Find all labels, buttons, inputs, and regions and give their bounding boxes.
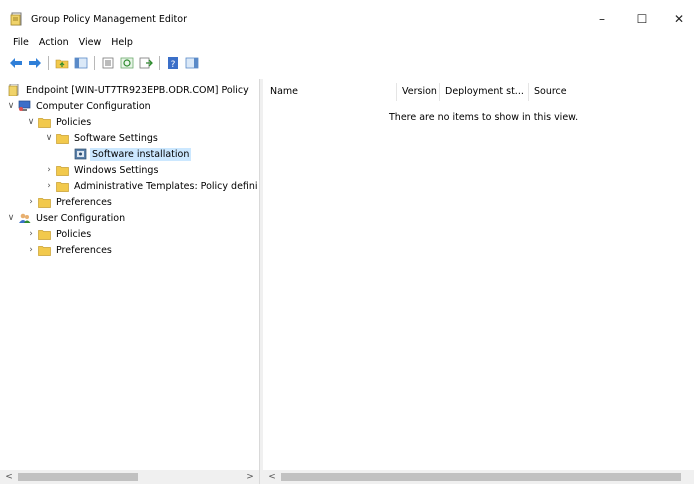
up-folder-icon[interactable] — [54, 55, 70, 71]
forward-arrow-icon[interactable] — [27, 55, 43, 71]
tree-item-label: Software installation — [90, 147, 192, 161]
toolbar-separator — [94, 56, 95, 70]
refresh-icon[interactable] — [119, 55, 135, 71]
folder-icon — [55, 132, 69, 144]
maximize-button[interactable]: ☐ — [627, 8, 657, 30]
tree-horizontal-scrollbar[interactable]: < > — [0, 470, 259, 484]
tree-item-computer-configuration[interactable]: ∨ Computer Configuration — [6, 98, 153, 114]
chevron-right-icon[interactable]: › — [26, 229, 36, 239]
show-hide-tree-icon[interactable] — [73, 55, 89, 71]
scroll-left-arrow-icon[interactable]: < — [265, 470, 279, 484]
tree-item-label: Endpoint [WIN-UT7TR923EPB.ODR.COM] Polic… — [26, 84, 249, 96]
toolbar-separator — [48, 56, 49, 70]
svg-text:?: ? — [171, 60, 176, 69]
tree-item-policies[interactable]: ∨ Policies — [26, 114, 93, 130]
tree-item-root[interactable]: Endpoint [WIN-UT7TR923EPB.ODR.COM] Polic… — [6, 82, 251, 98]
tree-item-label: Preferences — [56, 244, 112, 256]
close-button[interactable]: ✕ — [664, 8, 694, 30]
chevron-right-icon[interactable]: › — [26, 197, 36, 207]
chevron-right-icon[interactable]: › — [44, 165, 54, 175]
scrollbar-thumb[interactable] — [281, 473, 681, 481]
users-icon — [17, 212, 31, 224]
tree-item-label: Administrative Templates: Policy defini — [74, 180, 258, 192]
chevron-right-icon[interactable]: › — [44, 181, 54, 191]
minimize-button[interactable]: – — [587, 8, 617, 30]
folder-icon — [37, 228, 51, 240]
folder-icon — [55, 180, 69, 192]
export-list-icon[interactable] — [138, 55, 154, 71]
folder-icon — [37, 244, 51, 256]
console-tree: Endpoint [WIN-UT7TR923EPB.ODR.COM] Polic… — [0, 79, 259, 484]
menu-view[interactable]: View — [74, 34, 107, 52]
column-header-name[interactable]: Name — [265, 83, 397, 101]
properties-icon[interactable] — [100, 55, 116, 71]
computer-icon — [17, 100, 31, 112]
menu-file[interactable]: File — [8, 34, 34, 52]
chevron-down-icon[interactable]: ∨ — [44, 133, 54, 143]
help-icon[interactable]: ? — [165, 55, 181, 71]
tree-item-label: User Configuration — [36, 212, 126, 224]
policy-icon — [7, 84, 21, 96]
toolbar-separator — [159, 56, 160, 70]
folder-icon — [37, 116, 51, 128]
title-bar: Group Policy Management Editor – ☐ ✕ — [0, 0, 694, 34]
group-policy-editor-icon — [10, 12, 22, 26]
chevron-down-icon[interactable]: ∨ — [6, 101, 16, 111]
show-action-pane-icon[interactable] — [184, 55, 200, 71]
back-arrow-icon[interactable] — [8, 55, 24, 71]
tree-item-label: Policies — [56, 228, 92, 240]
column-header-version[interactable]: Version — [397, 83, 440, 101]
column-header-deployment-state[interactable]: Deployment st... — [440, 83, 529, 101]
tree-item-label: Policies — [56, 116, 92, 128]
column-headers: Name Version Deployment st... Source — [263, 83, 694, 101]
tree-item-label: Windows Settings — [74, 164, 159, 176]
tree-item-label: Computer Configuration — [36, 100, 151, 112]
tree-item-user-preferences[interactable]: › Preferences — [26, 242, 114, 258]
scrollbar-thumb[interactable] — [18, 473, 138, 481]
chevron-right-icon[interactable]: › — [26, 245, 36, 255]
tree-item-administrative-templates[interactable]: › Administrative Templates: Policy defin… — [44, 178, 259, 194]
tree-item-user-policies[interactable]: › Policies — [26, 226, 93, 242]
column-header-source[interactable]: Source — [529, 83, 589, 101]
software-installation-icon — [73, 148, 87, 160]
tree-item-software-installation[interactable]: Software installation — [72, 146, 192, 162]
menu-help[interactable]: Help — [106, 34, 138, 52]
chevron-down-icon[interactable]: ∨ — [6, 213, 16, 223]
tree-item-label: Software Settings — [74, 132, 158, 144]
scroll-right-arrow-icon[interactable]: > — [243, 470, 257, 484]
window-title: Group Policy Management Editor — [31, 14, 188, 25]
empty-list-message: There are no items to show in this view. — [389, 112, 579, 123]
details-pane: Name Version Deployment st... Source The… — [263, 79, 694, 484]
tree-item-label: Preferences — [56, 196, 112, 208]
folder-icon — [55, 164, 69, 176]
scroll-left-arrow-icon[interactable]: < — [2, 470, 16, 484]
details-horizontal-scrollbar[interactable]: < — [263, 470, 694, 484]
menu-action[interactable]: Action — [34, 34, 74, 52]
folder-icon — [37, 196, 51, 208]
chevron-down-icon[interactable]: ∨ — [26, 117, 36, 127]
toolbar: ? — [0, 53, 694, 73]
tree-item-windows-settings[interactable]: › Windows Settings — [44, 162, 160, 178]
tree-item-preferences[interactable]: › Preferences — [26, 194, 114, 210]
tree-item-software-settings[interactable]: ∨ Software Settings — [44, 130, 160, 146]
menu-bar: File Action View Help — [0, 34, 694, 52]
tree-item-user-configuration[interactable]: ∨ User Configuration — [6, 210, 127, 226]
